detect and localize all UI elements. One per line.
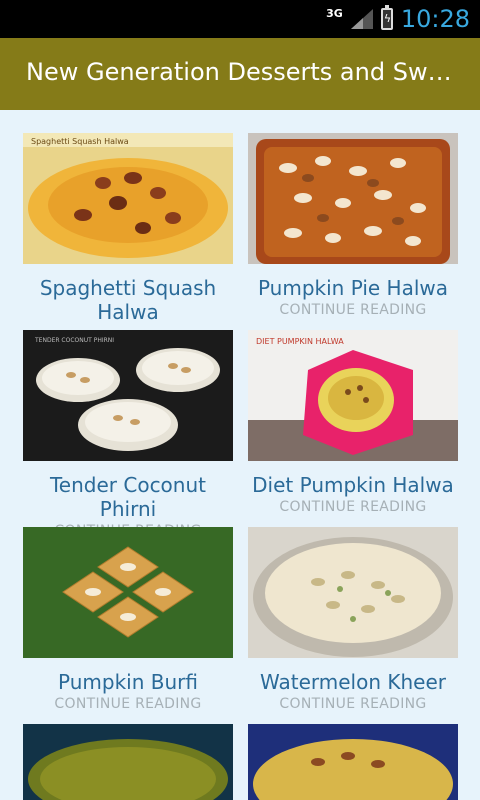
recipe-thumbnail[interactable]: Spaghetti Squash Halwa bbox=[23, 133, 233, 264]
recipe-title[interactable]: Tender Coconut Phirni bbox=[23, 473, 233, 521]
recipe-thumbnail[interactable]: DIET PUMPKIN HALWA bbox=[248, 330, 458, 461]
recipe-card-pumpkin-pie-halwa[interactable]: Pumpkin Pie Halwa CONTINUE READING bbox=[248, 133, 458, 320]
image-caption: DIET PUMPKIN HALWA bbox=[256, 337, 344, 346]
recipe-card-watermelon-kheer[interactable]: Watermelon Kheer CONTINUE READING bbox=[248, 527, 458, 714]
continue-reading-link[interactable]: CONTINUE READING bbox=[248, 694, 458, 714]
recipe-thumbnail[interactable]: TENDER COCONUT PHIRNI bbox=[23, 330, 233, 461]
recipe-thumbnail[interactable] bbox=[248, 527, 458, 658]
recipe-card-partial-right[interactable] bbox=[248, 724, 458, 800]
clock: 10:28 bbox=[400, 5, 470, 33]
recipe-thumbnail[interactable] bbox=[248, 724, 458, 800]
continue-reading-link[interactable]: CONTINUE READING bbox=[248, 300, 458, 320]
recipe-title[interactable]: Watermelon Kheer bbox=[248, 670, 458, 694]
recipe-card-pumpkin-burfi[interactable]: Pumpkin Burfi CONTINUE READING bbox=[23, 527, 233, 714]
recipe-thumbnail[interactable] bbox=[23, 527, 233, 658]
image-caption: Spaghetti Squash Halwa bbox=[31, 137, 129, 146]
continue-reading-link[interactable]: CONTINUE READING bbox=[248, 497, 458, 517]
recipe-card-partial-left[interactable] bbox=[23, 724, 233, 800]
recipe-title[interactable]: Spaghetti Squash Halwa bbox=[23, 276, 233, 324]
app-title: New Generation Desserts and Sw… bbox=[26, 58, 452, 86]
image-caption: TENDER COCONUT PHIRNI bbox=[34, 337, 114, 344]
recipe-card-spaghetti-squash-halwa[interactable]: Spaghetti Squash Halwa Spaghetti Squash … bbox=[23, 133, 233, 324]
app-bar: New Generation Desserts and Sw… bbox=[0, 38, 480, 110]
recipe-title[interactable]: Pumpkin Burfi bbox=[23, 670, 233, 694]
recipe-card-diet-pumpkin-halwa[interactable]: DIET PUMPKIN HALWA Diet Pumpkin Halwa CO… bbox=[248, 330, 458, 517]
recipe-title[interactable]: Diet Pumpkin Halwa bbox=[248, 473, 458, 497]
recipe-thumbnail[interactable] bbox=[23, 724, 233, 800]
battery-charging-icon: ϟ bbox=[380, 5, 393, 30]
recipe-title[interactable]: Pumpkin Pie Halwa bbox=[248, 276, 458, 300]
signal-icon bbox=[350, 9, 373, 29]
recipe-card-tender-coconut-phirni[interactable]: TENDER COCONUT PHIRNI Tender Coconut Phi… bbox=[23, 330, 233, 541]
recipe-thumbnail[interactable] bbox=[248, 133, 458, 264]
network-type-label: 3G bbox=[326, 6, 343, 20]
status-bar: 3G ϟ 10:28 bbox=[0, 0, 480, 38]
continue-reading-link[interactable]: CONTINUE READING bbox=[23, 694, 233, 714]
